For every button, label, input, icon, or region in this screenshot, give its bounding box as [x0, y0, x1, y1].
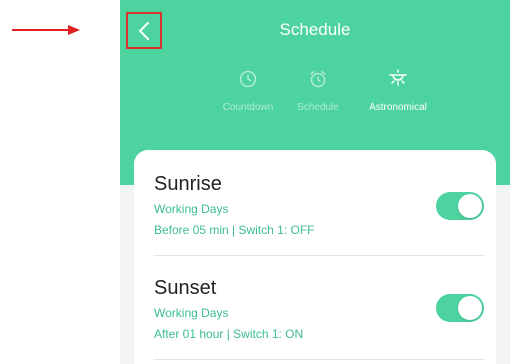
schedule-name: Sunset: [154, 277, 217, 299]
tab-countdown[interactable]: Countdown: [218, 68, 278, 113]
app-screen: Schedule Countdown Schedule Astronomical…: [120, 0, 510, 364]
schedule-name: Sunrise: [154, 173, 222, 195]
sunrise-icon: [387, 68, 409, 90]
schedule-detail: Before 05 min | Switch 1: OFF: [154, 223, 315, 237]
tab-label: Schedule: [297, 102, 339, 113]
tab-astronomical[interactable]: Astronomical: [358, 68, 438, 113]
toggle-knob: [458, 194, 482, 218]
clock-icon: [237, 68, 259, 90]
schedule-list-card: Sunrise Working Days Before 05 min | Swi…: [134, 150, 496, 364]
tab-label: Countdown: [222, 102, 274, 113]
sunset-toggle[interactable]: [436, 294, 484, 322]
mode-tabs: Countdown Schedule Astronomical: [210, 68, 430, 120]
sunrise-toggle[interactable]: [436, 192, 484, 220]
tab-schedule[interactable]: Schedule: [288, 68, 348, 113]
toggle-knob: [458, 296, 482, 320]
tab-label: Astronomical: [369, 102, 427, 113]
alarm-clock-icon: [307, 68, 329, 90]
schedule-detail: After 01 hour | Switch 1: ON: [154, 327, 304, 341]
divider: [154, 359, 485, 360]
divider: [154, 255, 485, 256]
right-arrow-icon: [12, 25, 80, 35]
page-title: Schedule: [279, 20, 351, 39]
